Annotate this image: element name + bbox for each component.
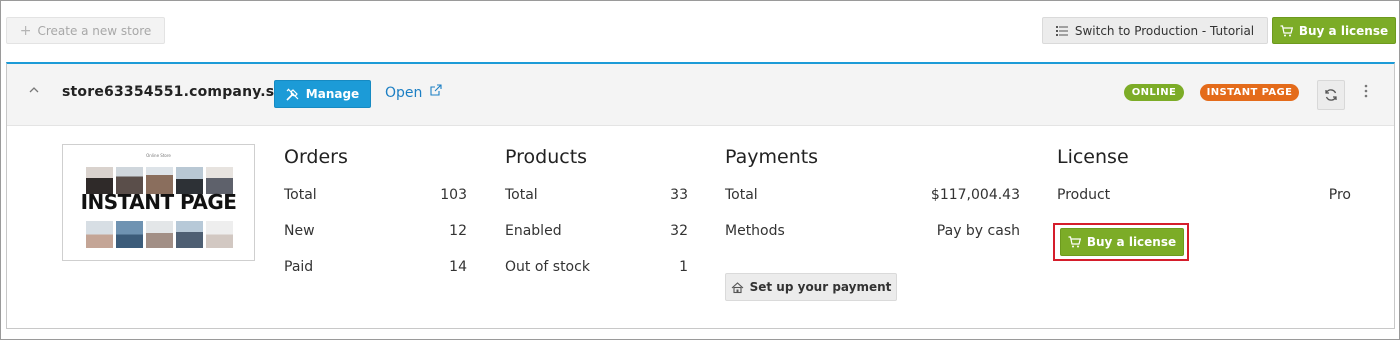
setup-payment-label: Set up your payment (749, 280, 892, 294)
store-card-header: store63354551.company.site Manage Open O… (7, 64, 1394, 126)
thumbnail-photo (146, 221, 173, 248)
switch-to-production-label: Switch to Production - Tutorial (1074, 23, 1255, 38)
store-name: store63354551.company.site (62, 84, 296, 100)
tools-icon (286, 88, 299, 101)
orders-new-label: New (284, 223, 315, 239)
create-store-label: Create a new store (37, 23, 152, 38)
thumbnail-photo (86, 221, 113, 248)
external-link-icon (430, 84, 442, 96)
manage-button[interactable]: Manage (274, 80, 371, 108)
plus-icon: + (19, 22, 32, 39)
open-label: Open (385, 85, 423, 101)
app-frame: + Create a new store Switch to Productio… (0, 0, 1400, 340)
open-store-link[interactable]: Open (385, 84, 442, 101)
products-enabled-value: 32 (670, 223, 688, 239)
thumbnail-photo (116, 221, 143, 248)
thumbnail-overlay-text: INSTANT PAGE (80, 190, 237, 214)
buy-license-top-button[interactable]: Buy a license (1272, 17, 1396, 44)
license-product-value: Pro (1328, 187, 1351, 203)
thumbnail-title: Online Store (146, 153, 171, 158)
switch-to-production-button[interactable]: Switch to Production - Tutorial (1042, 17, 1268, 44)
payments-total-label: Total (725, 187, 758, 203)
chevron-up-icon[interactable] (29, 86, 39, 93)
buy-license-button[interactable]: Buy a license (1060, 228, 1184, 256)
thumbnail-photo (176, 221, 203, 248)
products-title: Products (505, 146, 588, 168)
more-options-icon[interactable] (1364, 84, 1372, 98)
payment-setup-icon (731, 281, 744, 294)
license-title: License (1057, 146, 1129, 168)
orders-total-value: 103 (440, 187, 467, 203)
orders-paid-label: Paid (284, 259, 314, 275)
payments-methods-label: Methods (725, 223, 785, 239)
cart-icon (1068, 236, 1081, 248)
buy-license-top-label: Buy a license (1298, 23, 1389, 38)
products-enabled-label: Enabled (505, 223, 562, 239)
orders-paid-value: 14 (449, 259, 467, 275)
products-out-of-stock-label: Out of stock (505, 259, 590, 275)
buy-license-label: Buy a license (1086, 235, 1177, 249)
payments-title: Payments (725, 146, 819, 168)
thumbnail-photo (206, 221, 233, 248)
orders-total-label: Total (284, 187, 317, 203)
payments-total-value: $117,004.43 (930, 187, 1020, 203)
refresh-icon (1324, 88, 1338, 102)
orders-title: Orders (284, 146, 348, 168)
online-status-badge: ONLINE (1124, 84, 1184, 101)
create-store-button[interactable]: + Create a new store (6, 17, 165, 44)
store-card: store63354551.company.site Manage Open O… (6, 62, 1395, 329)
products-total-value: 33 (670, 187, 688, 203)
setup-payment-button[interactable]: Set up your payment (725, 273, 897, 301)
products-total-label: Total (505, 187, 538, 203)
orders-new-value: 12 (449, 223, 467, 239)
store-thumbnail[interactable]: Online Store INSTANT PAGE (62, 144, 255, 261)
refresh-button[interactable] (1317, 80, 1345, 110)
list-icon (1055, 25, 1068, 36)
products-out-of-stock-value: 1 (679, 259, 688, 275)
instant-page-badge: INSTANT PAGE (1200, 84, 1299, 101)
license-product-label: Product (1057, 187, 1111, 203)
payments-methods-value: Pay by cash (936, 223, 1020, 239)
cart-icon (1280, 24, 1293, 37)
manage-label: Manage (305, 87, 360, 101)
